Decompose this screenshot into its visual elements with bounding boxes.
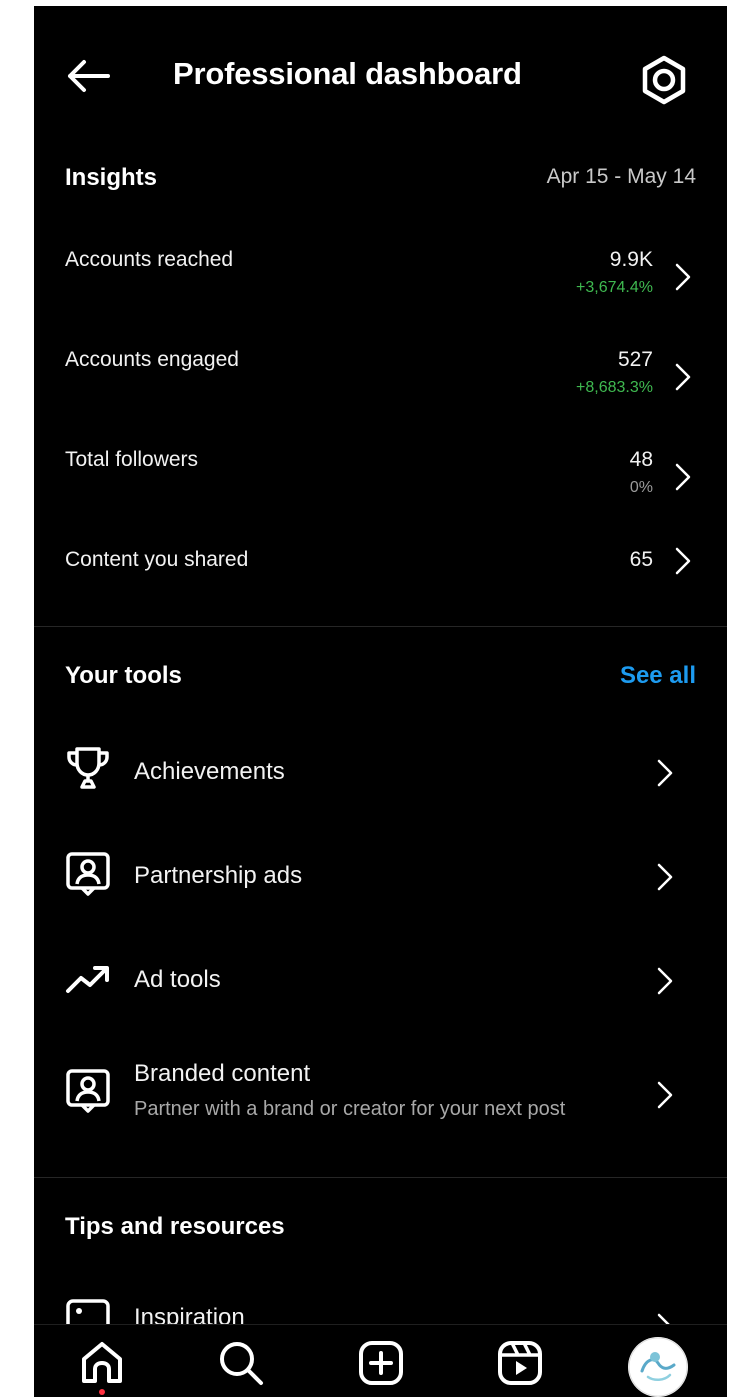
- divider: [34, 626, 727, 627]
- metric-value: 48: [629, 448, 653, 471]
- tool-item-achievements[interactable]: Achievements: [34, 736, 727, 808]
- chevron-right-icon: [657, 759, 673, 787]
- nav-reels[interactable]: [485, 1325, 555, 1397]
- metric-change: +3,674.4%: [576, 279, 653, 296]
- avatar-image: [628, 1337, 688, 1397]
- metric-change: 0%: [629, 479, 653, 496]
- gear-icon: [642, 55, 686, 105]
- metric-value: 527: [617, 348, 653, 371]
- metric-label: Accounts engaged: [65, 348, 239, 371]
- nav-create[interactable]: [346, 1325, 416, 1397]
- tool-label: Branded content: [134, 1060, 311, 1087]
- page-title: Professional dashboard: [173, 56, 522, 91]
- metric-change: +8,683.3%: [576, 379, 653, 396]
- tools-title: Your tools: [65, 662, 182, 689]
- header: Professional dashboard: [34, 6, 727, 146]
- metric-value: 65: [629, 548, 653, 571]
- tool-item-ad-tools[interactable]: Ad tools: [34, 944, 727, 1016]
- search-icon: [220, 1342, 263, 1385]
- back-button[interactable]: [62, 54, 114, 98]
- person-badge-icon: [66, 1069, 110, 1113]
- chevron-right-icon: [675, 263, 691, 291]
- chevron-right-icon: [675, 547, 691, 575]
- person-badge-icon: [66, 852, 110, 896]
- trending-up-icon: [66, 966, 109, 993]
- bottom-nav: [34, 1324, 727, 1397]
- nav-home[interactable]: [67, 1325, 137, 1397]
- metric-row-total-followers[interactable]: Total followers 48 0%: [34, 448, 727, 538]
- home-icon: [82, 1342, 122, 1383]
- back-arrow-icon: [68, 60, 110, 92]
- chevron-right-icon: [657, 863, 673, 891]
- metric-value: 9.9K: [609, 248, 653, 271]
- insights-title: Insights: [65, 164, 158, 191]
- tool-label: Achievements: [134, 758, 285, 785]
- see-all-link[interactable]: See all: [620, 662, 696, 690]
- tool-item-partnership-ads[interactable]: Partnership ads: [34, 840, 727, 912]
- tips-title: Tips and resources: [65, 1213, 285, 1240]
- tool-label: Ad tools: [134, 966, 221, 993]
- metric-label: Accounts reached: [65, 248, 234, 271]
- nav-search[interactable]: [206, 1325, 276, 1397]
- chevron-right-icon: [657, 1081, 673, 1109]
- date-range[interactable]: Apr 15 - May 14: [547, 165, 696, 189]
- notification-dot: [99, 1389, 105, 1395]
- chevron-right-icon: [675, 463, 691, 491]
- metric-label: Content you shared: [65, 548, 249, 571]
- profile-avatar[interactable]: [628, 1337, 688, 1397]
- metric-row-accounts-reached[interactable]: Accounts reached 9.9K +3,674.4%: [34, 248, 727, 338]
- metric-row-accounts-engaged[interactable]: Accounts engaged 527 +8,683.3%: [34, 348, 727, 438]
- divider: [34, 1177, 727, 1178]
- create-icon: [359, 1341, 403, 1385]
- tool-sublabel: Partner with a brand or creator for your…: [134, 1098, 566, 1120]
- chevron-right-icon: [675, 363, 691, 391]
- screen: Professional dashboard Insights Apr 15 -…: [34, 6, 727, 1397]
- chevron-right-icon: [657, 967, 673, 995]
- metric-row-content-shared[interactable]: Content you shared 65: [34, 547, 727, 598]
- trophy-icon: [67, 747, 109, 789]
- metric-label: Total followers: [65, 448, 199, 471]
- settings-button[interactable]: [638, 54, 690, 106]
- reels-icon: [498, 1341, 542, 1385]
- tool-item-branded-content[interactable]: Branded content Partner with a brand or …: [34, 1048, 727, 1148]
- tool-label: Partnership ads: [134, 862, 303, 889]
